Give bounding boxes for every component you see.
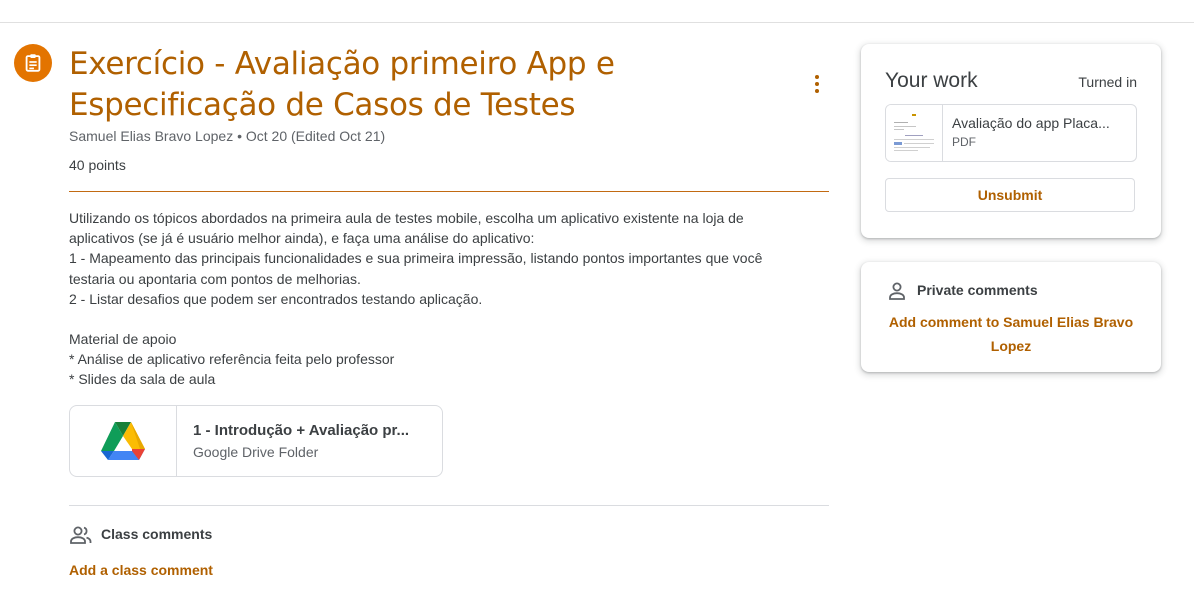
- pdf-thumbnail: [886, 105, 943, 161]
- private-comments-label: Private comments: [917, 282, 1038, 298]
- attachment-title: 1 - Introdução + Avaliação pr...: [193, 422, 410, 439]
- unsubmit-button[interactable]: Unsubmit: [885, 178, 1135, 212]
- attachment-type: Google Drive Folder: [193, 444, 319, 460]
- description-line: 1 - Mapeamento das principais funcionali…: [69, 250, 763, 267]
- comments-divider: [69, 505, 829, 506]
- more-options-icon[interactable]: [804, 70, 830, 98]
- google-drive-icon: [101, 422, 145, 460]
- header-divider: [69, 191, 829, 192]
- submission-status: Turned in: [1078, 74, 1137, 90]
- description-line: 2 - Listar desafios que podem ser encont…: [69, 290, 483, 307]
- attachment-thumbnail: [70, 406, 177, 476]
- description-line: * Slides da sala de aula: [69, 371, 216, 388]
- description-line: [69, 309, 809, 329]
- top-divider: [0, 22, 1194, 23]
- description-line: testaria ou apontaria com pontos de melh…: [69, 270, 361, 287]
- submitted-file[interactable]: Avaliação do app Placa... PDF: [885, 104, 1137, 162]
- description-line: Material de apoio: [69, 331, 177, 348]
- people-icon: [69, 524, 93, 551]
- add-class-comment-link[interactable]: Add a class comment: [69, 562, 213, 578]
- points-label: 40 points: [69, 157, 126, 173]
- file-name: Avaliação do app Placa...: [952, 115, 1110, 131]
- assignment-description: Utilizando os tópicos abordados na prime…: [69, 208, 809, 390]
- drive-folder-attachment[interactable]: 1 - Introdução + Avaliação pr... Google …: [69, 405, 443, 477]
- class-comments-label: Class comments: [101, 526, 213, 542]
- private-comments-card: Private comments Add comment to Samuel E…: [861, 262, 1161, 372]
- your-work-card: Your work Turned in Avaliação do app Pla…: [861, 44, 1161, 238]
- author-date: Samuel Elias Bravo Lopez • Oct 20 (Edite…: [69, 128, 386, 144]
- assignment-title: Exercício - Avaliação primeiro App e Esp…: [69, 46, 615, 123]
- description-line: Utilizando os tópicos abordados na prime…: [69, 210, 744, 226]
- description-line: aplicativos (se já é usuário melhor aind…: [69, 230, 535, 247]
- description-line: * Análise de aplicativo referência feita…: [69, 351, 395, 368]
- assignment-icon: [14, 44, 52, 82]
- your-work-title: Your work: [885, 69, 978, 92]
- person-icon: [887, 281, 907, 306]
- file-type: PDF: [952, 135, 976, 149]
- add-private-comment-link[interactable]: Add comment to Samuel Elias Bravo Lopez: [881, 310, 1141, 358]
